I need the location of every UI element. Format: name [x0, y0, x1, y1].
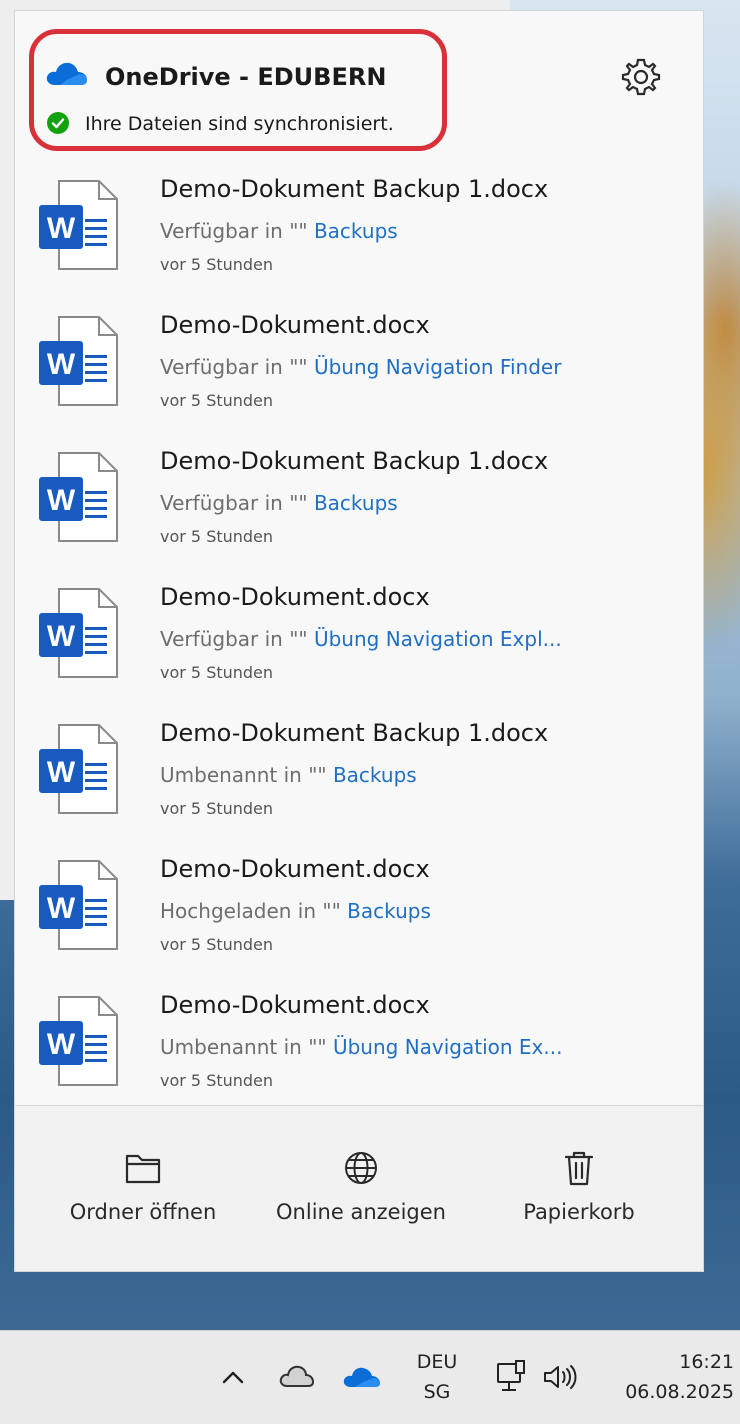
- folder-link[interactable]: Übung Navigation Finder: [314, 355, 561, 379]
- recycle-bin-label: Papierkorb: [523, 1200, 635, 1224]
- cloud-outline-icon: [279, 1365, 315, 1387]
- word-document-icon: W: [39, 452, 118, 542]
- activity-item[interactable]: W Demo-Dokument Backup 1.docx Umbenannt …: [15, 713, 703, 849]
- svg-text:W: W: [47, 620, 76, 653]
- trash-icon: [564, 1151, 594, 1186]
- activity-action: Verfügbar in "": [160, 355, 308, 379]
- svg-text:W: W: [47, 1028, 76, 1061]
- svg-text:W: W: [47, 892, 76, 925]
- activity-item[interactable]: W Demo-Dokument Backup 1.docx Verfügbar …: [15, 169, 703, 305]
- view-online-label: Online anzeigen: [276, 1200, 446, 1224]
- show-hidden-icons-button[interactable]: [218, 1363, 248, 1391]
- activity-description: Verfügbar in "" Backups: [160, 489, 398, 517]
- activity-time: vor 5 Stunden: [160, 1071, 274, 1090]
- folder-link[interactable]: Backups: [314, 491, 398, 515]
- activity-time: vor 5 Stunden: [160, 799, 274, 818]
- svg-text:W: W: [47, 756, 76, 789]
- activity-list: W Demo-Dokument Backup 1.docx Verfügbar …: [15, 169, 703, 1121]
- view-online-button[interactable]: Online anzeigen: [271, 1106, 451, 1272]
- file-name: Demo-Dokument.docx: [160, 311, 430, 339]
- account-title: OneDrive - EDUBERN: [105, 63, 387, 91]
- file-name: Demo-Dokument.docx: [160, 855, 430, 883]
- folder-link[interactable]: Backups: [314, 219, 398, 243]
- volume-icon: [544, 1365, 577, 1389]
- word-document-icon: W: [39, 860, 118, 950]
- network-icon: [497, 1360, 525, 1391]
- network-volume-button[interactable]: [494, 1359, 584, 1395]
- keyboard-layout: SG: [423, 1381, 451, 1403]
- activity-description: Umbenannt in "" Übung Navigation Ex...: [160, 1033, 562, 1061]
- activity-time: vor 5 Stunden: [160, 935, 274, 954]
- activity-time: vor 5 Stunden: [160, 663, 274, 682]
- word-document-icon: W: [39, 180, 118, 270]
- folder-link[interactable]: Übung Navigation Expl...: [314, 627, 562, 651]
- onedrive-cloud-icon: [46, 62, 87, 85]
- activity-item[interactable]: W Demo-Dokument.docx Verfügbar in "" Übu…: [15, 577, 703, 713]
- word-document-icon: W: [39, 996, 118, 1086]
- input-language-button[interactable]: DEU SG: [402, 1347, 472, 1407]
- taskbar: DEU SG 16:21 06.08.2025: [0, 1330, 740, 1424]
- file-name: Demo-Dokument Backup 1.docx: [160, 447, 549, 475]
- activity-item[interactable]: W Demo-Dokument.docx Hochgeladen in "" B…: [15, 849, 703, 985]
- activity-time: vor 5 Stunden: [160, 391, 274, 410]
- activity-action: Umbenannt in "": [160, 763, 327, 787]
- svg-text:W: W: [47, 484, 76, 517]
- recycle-bin-button[interactable]: Papierkorb: [511, 1106, 647, 1272]
- activity-description: Hochgeladen in "" Backups: [160, 897, 431, 925]
- flyout-header: OneDrive - EDUBERN Ihre Dateien sind syn…: [15, 11, 703, 161]
- file-name: Demo-Dokument.docx: [160, 991, 430, 1019]
- activity-action: Verfügbar in "": [160, 219, 308, 243]
- personal-onedrive-tray-button[interactable]: [278, 1361, 316, 1391]
- onedrive-flyout: OneDrive - EDUBERN Ihre Dateien sind syn…: [14, 10, 704, 1272]
- activity-description: Umbenannt in "" Backups: [160, 761, 417, 789]
- svg-text:W: W: [47, 348, 76, 381]
- clock-date: 06.08.2025: [625, 1381, 734, 1403]
- activity-action: Umbenannt in "": [160, 1035, 327, 1059]
- activity-item[interactable]: W Demo-Dokument Backup 1.docx Verfügbar …: [15, 441, 703, 577]
- onedrive-cloud-icon: [343, 1367, 380, 1387]
- activity-action: Verfügbar in "": [160, 491, 308, 515]
- clock-time: 16:21: [679, 1351, 734, 1373]
- globe-icon: [345, 1152, 377, 1184]
- clock-button[interactable]: 16:21 06.08.2025: [600, 1347, 734, 1407]
- folder-link[interactable]: Backups: [333, 763, 417, 787]
- settings-button[interactable]: [619, 55, 663, 99]
- open-folder-button[interactable]: Ordner öffnen: [55, 1106, 231, 1272]
- activity-description: Verfügbar in "" Übung Navigation Expl...: [160, 625, 562, 653]
- word-document-icon: W: [39, 724, 118, 814]
- chevron-up-icon: [222, 1371, 244, 1384]
- language-code: DEU: [416, 1351, 458, 1373]
- folder-link[interactable]: Übung Navigation Ex...: [333, 1035, 563, 1059]
- activity-time: vor 5 Stunden: [160, 255, 274, 274]
- gear-icon: [621, 58, 661, 96]
- activity-item[interactable]: W Demo-Dokument.docx Umbenannt in "" Übu…: [15, 985, 703, 1121]
- svg-text:W: W: [47, 212, 76, 245]
- word-document-icon: W: [39, 316, 118, 406]
- sync-ok-icon: [47, 112, 69, 134]
- folder-link[interactable]: Backups: [347, 899, 431, 923]
- activity-action: Hochgeladen in "": [160, 899, 341, 923]
- flyout-footer: Ordner öffnen Online anzeigen Papierkorb: [15, 1105, 703, 1271]
- file-name: Demo-Dokument Backup 1.docx: [160, 719, 549, 747]
- file-name: Demo-Dokument.docx: [160, 583, 430, 611]
- activity-description: Verfügbar in "" Übung Navigation Finder: [160, 353, 561, 381]
- word-document-icon: W: [39, 588, 118, 678]
- activity-time: vor 5 Stunden: [160, 527, 274, 546]
- sync-status-text: Ihre Dateien sind synchronisiert.: [85, 113, 394, 135]
- activity-action: Verfügbar in "": [160, 627, 308, 651]
- activity-description: Verfügbar in "" Backups: [160, 217, 398, 245]
- open-folder-label: Ordner öffnen: [69, 1200, 217, 1224]
- file-name: Demo-Dokument Backup 1.docx: [160, 175, 549, 203]
- activity-item[interactable]: W Demo-Dokument.docx Verfügbar in "" Übu…: [15, 305, 703, 441]
- onedrive-business-tray-button[interactable]: [342, 1362, 382, 1392]
- folder-icon: [125, 1154, 161, 1184]
